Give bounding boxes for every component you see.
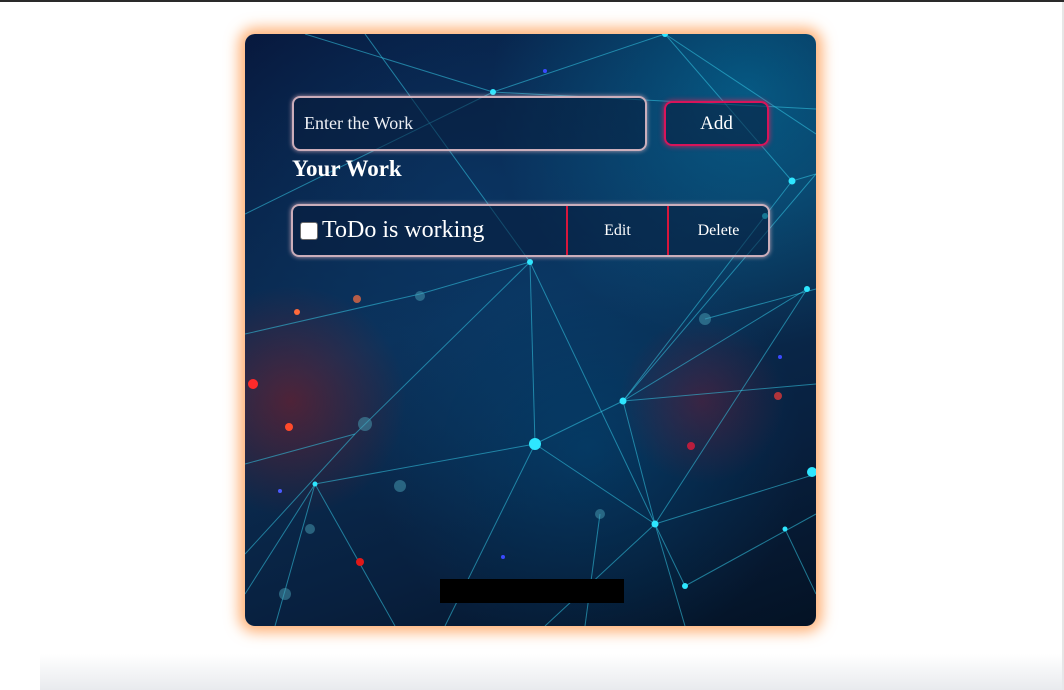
add-button[interactable]: Add <box>664 101 769 146</box>
todo-card: Add Your Work ToDo is working Edit Delet… <box>245 34 816 626</box>
todo-item: ToDo is working Edit Delete <box>291 204 770 257</box>
work-input[interactable] <box>292 96 647 151</box>
redacted-bar <box>440 579 624 603</box>
todo-item-main: ToDo is working <box>293 206 566 255</box>
checkbox-icon[interactable] <box>300 221 318 240</box>
bottom-shadow <box>40 654 1064 690</box>
todo-item-text: ToDo is working <box>322 217 485 243</box>
page: Add Your Work ToDo is working Edit Delet… <box>0 0 1064 690</box>
edit-button[interactable]: Edit <box>566 206 667 255</box>
section-title: Your Work <box>292 156 402 181</box>
delete-button[interactable]: Delete <box>667 206 768 255</box>
